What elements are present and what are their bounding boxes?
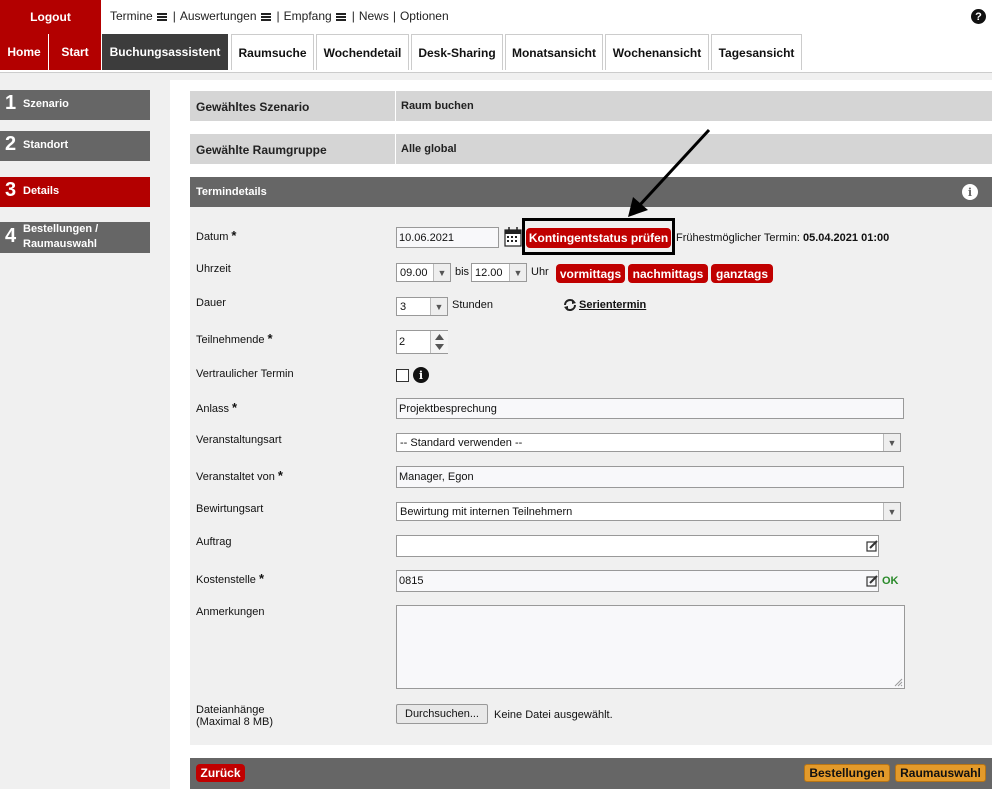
- tab-home[interactable]: Home: [0, 34, 48, 70]
- time-to-select[interactable]: 12.00 ▼: [471, 263, 527, 282]
- chevron-down-icon: ▼: [883, 503, 900, 520]
- bewirtung-label: Bewirtungsart: [196, 503, 264, 515]
- datum-input[interactable]: 10.06.2021: [396, 227, 499, 248]
- stepper-arrows[interactable]: [430, 331, 448, 353]
- info-icon[interactable]: i: [413, 367, 429, 383]
- anhaenge-label: Dateianhänge: [196, 704, 265, 716]
- chevron-down-icon: ▼: [433, 264, 450, 281]
- annotation-arrow: [628, 128, 711, 217]
- raumauswahl-button[interactable]: Raumauswahl: [895, 764, 986, 782]
- menu-icon: [156, 12, 167, 21]
- browse-button[interactable]: Durchsuchen...: [396, 704, 488, 724]
- menu-termine[interactable]: Termine: [110, 9, 169, 23]
- edit-icon[interactable]: [866, 575, 878, 587]
- anmerkungen-textarea[interactable]: [396, 605, 905, 689]
- calendar-icon[interactable]: [504, 227, 522, 247]
- menu-empfang[interactable]: Empfang: [284, 9, 348, 23]
- chevron-down-icon: ▼: [883, 434, 900, 451]
- menu-news[interactable]: News: [359, 9, 389, 23]
- vormittags-button[interactable]: vormittags: [556, 264, 625, 283]
- chevron-down-icon: ▼: [509, 264, 526, 281]
- summary-scenario-row: Gewähltes Szenario Raum buchen: [190, 91, 992, 121]
- summary-divider: [395, 134, 396, 164]
- tab-tagesansicht[interactable]: Tagesansicht: [711, 34, 802, 70]
- dauer-label: Dauer: [196, 297, 226, 309]
- back-button[interactable]: Zurück: [196, 764, 245, 782]
- chevron-down-icon: ▼: [430, 298, 447, 315]
- bewirtung-select[interactable]: Bewirtung mit internen Teilnehmern ▼: [396, 502, 901, 521]
- info-icon[interactable]: i: [962, 184, 978, 200]
- tab-buchungsassistent[interactable]: Buchungsassistent: [102, 34, 228, 70]
- kostenstelle-input[interactable]: 0815: [396, 570, 879, 592]
- sidebar-step-szenario[interactable]: 1 Szenario: [0, 90, 150, 120]
- kostenstelle-label: Kostenstelle *: [196, 571, 264, 586]
- edit-icon[interactable]: [866, 540, 878, 552]
- teilnehmende-label: Teilnehmende *: [196, 331, 273, 346]
- anlass-label: Anlass *: [196, 400, 238, 415]
- top-menu: Termine | Auswertungen | Empfang | News | Option…: [110, 9, 449, 23]
- tab-raumsuche[interactable]: Raumsuche: [231, 34, 314, 70]
- auftrag-label: Auftrag: [196, 536, 232, 548]
- dauer-select[interactable]: 3 ▼: [396, 297, 448, 316]
- earliest-date-text: Frühestmöglicher Termin: 05.04.2021 01:0…: [676, 232, 890, 244]
- bestellungen-button[interactable]: Bestellungen: [804, 764, 890, 782]
- datum-label: Datum *: [196, 228, 237, 243]
- tab-wochendetail[interactable]: Wochendetail: [316, 34, 409, 70]
- uhrzeit-label: Uhrzeit: [196, 263, 231, 275]
- serientermin-link[interactable]: Serientermin: [579, 299, 646, 311]
- anmerkungen-label: Anmerkungen: [196, 606, 265, 618]
- anlass-input[interactable]: Projektbesprechung: [396, 398, 904, 419]
- kontingentstatus-button[interactable]: Kontingentstatus prüfen: [526, 228, 671, 248]
- tab-desk-sharing[interactable]: Desk-Sharing: [411, 34, 503, 70]
- menu-auswertungen[interactable]: Auswertungen: [180, 9, 273, 23]
- anhaenge-sublabel: (Maximal 8 MB): [196, 716, 274, 728]
- vertraulich-checkbox[interactable]: [396, 369, 409, 382]
- veranstaltet-label: Veranstaltet von *: [196, 468, 283, 483]
- no-file-text: Keine Datei ausgewählt.: [494, 709, 613, 721]
- veranstaltungsart-select[interactable]: -- Standard verwenden -- ▼: [396, 433, 901, 452]
- tab-monatsansicht[interactable]: Monatsansicht: [505, 34, 603, 70]
- summary-group-row: Gewählte Raumgruppe Alle global: [190, 134, 992, 164]
- nachmittags-button[interactable]: nachmittags: [628, 264, 708, 283]
- vertraulich-label: Vertraulicher Termin: [196, 368, 294, 380]
- ganztags-button[interactable]: ganztags: [711, 264, 773, 283]
- menu-icon: [260, 12, 271, 21]
- resize-handle-icon[interactable]: [893, 677, 903, 687]
- termindetails-header: Termindetails: [190, 177, 992, 207]
- sidebar-step-details[interactable]: 3 Details: [0, 177, 150, 207]
- help-icon[interactable]: ?: [971, 9, 986, 24]
- stepper-up-down-icon: [435, 334, 444, 350]
- tab-wochenansicht[interactable]: Wochenansicht: [605, 34, 709, 70]
- summary-divider: [395, 91, 396, 121]
- time-from-select[interactable]: 09.00 ▼: [396, 263, 451, 282]
- veranstaltungsart-label: Veranstaltungsart: [196, 434, 282, 446]
- menu-icon: [335, 12, 346, 21]
- veranstaltet-input[interactable]: Manager, Egon: [396, 466, 904, 488]
- menu-optionen[interactable]: Optionen: [400, 9, 449, 23]
- sidebar-step-standort[interactable]: 2 Standort: [0, 131, 150, 161]
- logout-button[interactable]: Logout: [0, 0, 101, 34]
- main-nav: Home Start Buchungsassistent Raumsuche W…: [0, 34, 992, 73]
- sidebar-step-bestellungen[interactable]: 4 Bestellungen / Raumauswahl: [0, 222, 150, 253]
- auftrag-input[interactable]: [396, 535, 879, 557]
- refresh-icon[interactable]: [563, 298, 577, 312]
- kostenstelle-ok-status: OK: [882, 575, 899, 587]
- tab-start[interactable]: Start: [49, 34, 101, 70]
